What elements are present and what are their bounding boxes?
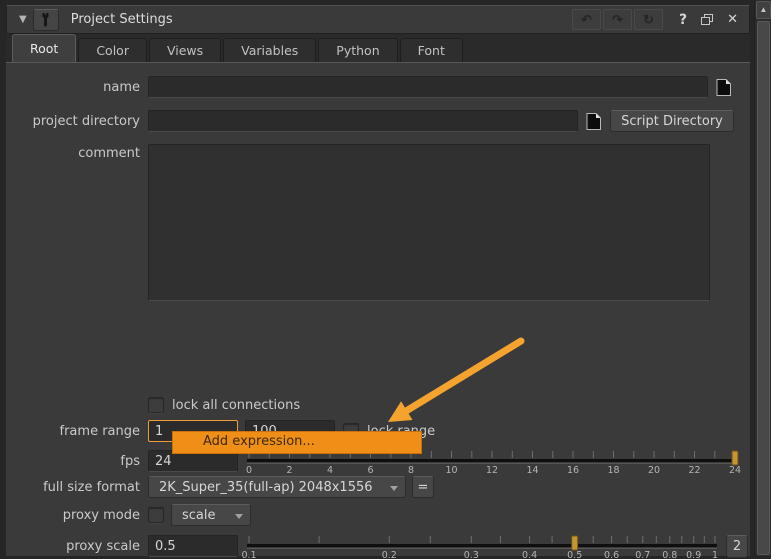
file-icon (585, 112, 602, 131)
titlebar: ▼ Project Settings ↶ ↷ ↻ ? ✕ (6, 5, 750, 34)
redo-icon[interactable]: ↷ (603, 9, 632, 30)
svg-text:22: 22 (688, 465, 700, 476)
svg-text:0: 0 (246, 465, 252, 476)
svg-text:0.8: 0.8 (662, 550, 677, 559)
collapse-triangle-icon[interactable]: ▼ (19, 14, 27, 25)
svg-text:8: 8 (408, 465, 414, 476)
svg-text:20: 20 (648, 465, 660, 476)
wrench-icon-button[interactable] (33, 9, 59, 31)
tab-font[interactable]: Font (400, 38, 463, 62)
context-menu-item[interactable]: Add expression... (173, 432, 421, 452)
comment-label: comment (6, 146, 140, 161)
proxy-mode-dropdown[interactable]: scale (171, 504, 251, 526)
vertical-scrollbar[interactable]: ▲ (754, 0, 771, 556)
svg-text:6: 6 (367, 465, 373, 476)
proxy-mode-label: proxy mode (6, 508, 140, 523)
lock-all-connections-label: lock all connections (172, 398, 300, 413)
tab-bar: RootColorViewsVariablesPythonFont (6, 34, 750, 62)
help-icon[interactable]: ? (679, 12, 687, 28)
svg-text:4: 4 (327, 465, 333, 476)
proxy-scale-max-button[interactable]: 2 (726, 535, 748, 558)
scroll-up-icon[interactable]: ▲ (756, 1, 771, 19)
file-browse-button[interactable] (715, 78, 732, 97)
lock-all-connections-row: lock all connections (6, 397, 742, 413)
svg-text:0.2: 0.2 (382, 550, 397, 559)
svg-text:10: 10 (445, 465, 457, 476)
float-window-icon[interactable] (701, 14, 714, 26)
wrench-icon (39, 12, 52, 28)
full-size-format-value: 2K_Super_35(full-ap) 2048x1556 (159, 480, 373, 495)
svg-text:0.3: 0.3 (464, 550, 479, 559)
revert-icon[interactable]: ↻ (634, 9, 663, 30)
file-icon (715, 78, 732, 97)
proxy-scale-row: proxy scale 0.1 0.2 0.3 0.4 0.5 0.6 0.7 0.8 0.9 1… (6, 533, 742, 559)
proxy-scale-slider[interactable]: 0.10.20.30.40.50.60.70.80.91 (245, 533, 721, 559)
format-equals-button[interactable]: = (412, 476, 434, 498)
frame-range-label: frame range (6, 424, 140, 439)
project-directory-input[interactable] (148, 110, 578, 132)
svg-text:18: 18 (607, 465, 619, 476)
tab-color[interactable]: Color (78, 38, 147, 62)
full-size-format-dropdown[interactable]: 2K_Super_35(full-ap) 2048x1556 (148, 476, 406, 498)
tab-root[interactable]: Root (12, 34, 76, 62)
svg-text:2: 2 (286, 465, 292, 476)
svg-text:0.4: 0.4 (522, 550, 537, 559)
svg-text:14: 14 (526, 465, 538, 476)
context-menu: Add expression... (172, 431, 422, 454)
undo-icon[interactable]: ↶ (572, 9, 601, 30)
fps-label: fps (6, 454, 140, 469)
project-directory-label: project directory (6, 114, 140, 129)
proxy-mode-row: proxy mode scale (6, 504, 742, 526)
name-input[interactable] (148, 76, 708, 98)
svg-text:1: 1 (712, 550, 718, 559)
tab-variables[interactable]: Variables (223, 38, 316, 62)
settings-panel: name project directory Script Directory (6, 62, 750, 556)
svg-text:0.9: 0.9 (686, 550, 701, 559)
svg-text:16: 16 (567, 465, 579, 476)
project-directory-row: project directory Script Directory (6, 110, 742, 132)
lock-all-connections-checkbox[interactable] (148, 397, 164, 413)
full-size-format-label: full size format (6, 480, 140, 495)
tab-views[interactable]: Views (149, 38, 221, 62)
proxy-scale-input[interactable] (148, 535, 238, 557)
scrollbar-thumb[interactable] (757, 21, 770, 555)
svg-text:24: 24 (729, 465, 741, 476)
svg-text:0.1: 0.1 (241, 550, 256, 559)
name-label: name (6, 80, 140, 95)
tab-python[interactable]: Python (318, 38, 397, 62)
comment-row: comment (6, 144, 742, 301)
svg-text:0.6: 0.6 (604, 550, 619, 559)
proxy-mode-value: scale (182, 508, 216, 523)
window-title: Project Settings (71, 12, 173, 27)
proxy-scale-label: proxy scale (6, 539, 140, 554)
svg-text:0.7: 0.7 (635, 550, 650, 559)
comment-textarea[interactable] (148, 144, 710, 301)
directory-browse-button[interactable] (585, 112, 602, 131)
svg-text:12: 12 (486, 465, 498, 476)
proxy-mode-checkbox[interactable] (148, 507, 164, 523)
svg-text:0.5: 0.5 (567, 550, 582, 559)
script-directory-button[interactable]: Script Directory (610, 110, 734, 132)
close-icon[interactable]: ✕ (727, 12, 738, 27)
full-size-format-row: full size format 2K_Super_35(full-ap) 20… (6, 476, 742, 498)
name-row: name (6, 76, 742, 98)
